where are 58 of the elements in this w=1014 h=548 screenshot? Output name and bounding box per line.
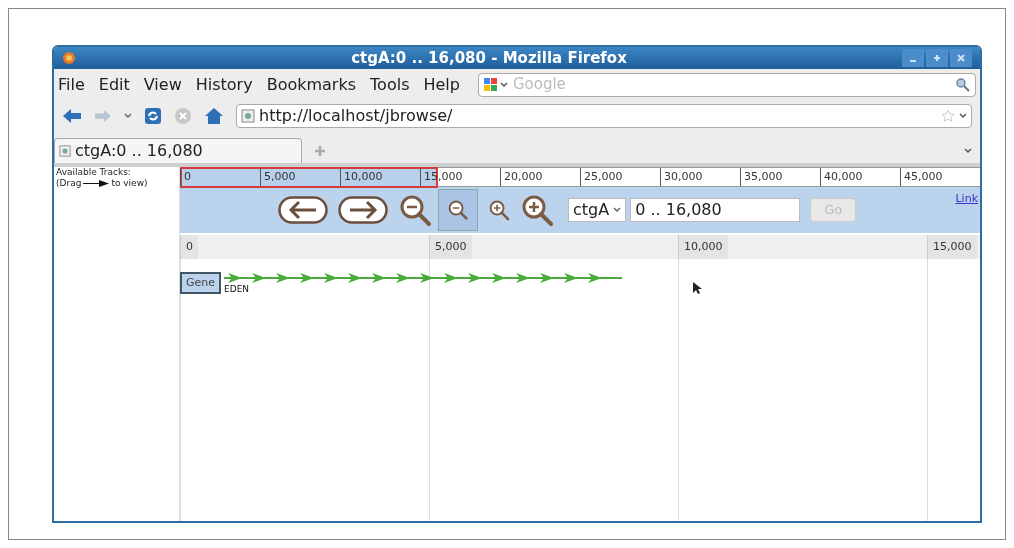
menu-item[interactable]: Tools bbox=[370, 72, 410, 97]
caret-icon[interactable] bbox=[964, 148, 972, 154]
search-engine-icon[interactable] bbox=[482, 76, 509, 93]
pan-left-button[interactable] bbox=[278, 196, 328, 224]
tick-label: 0 bbox=[184, 170, 191, 183]
caret-icon[interactable] bbox=[124, 113, 132, 119]
caret-icon[interactable] bbox=[959, 113, 967, 119]
tick-label: 35,000 bbox=[744, 170, 783, 183]
tick-label: 25,000 bbox=[584, 170, 623, 183]
tick-label: 45,000 bbox=[904, 170, 943, 183]
home-icon[interactable] bbox=[204, 107, 224, 125]
back-arrow-icon[interactable] bbox=[62, 108, 82, 124]
menu-item[interactable]: Help bbox=[423, 72, 460, 97]
menu-item[interactable]: Bookmarks bbox=[266, 72, 357, 97]
drag-hint: (Drag bbox=[56, 178, 82, 189]
search-input[interactable]: Google bbox=[508, 73, 955, 96]
url-text: http://localhost/jbrowse/ bbox=[259, 105, 454, 127]
tick-label: 20,000 bbox=[504, 170, 543, 183]
page-icon bbox=[59, 145, 71, 157]
close-icon[interactable] bbox=[950, 49, 972, 67]
arrow-icon bbox=[83, 180, 110, 187]
tracks-title: Available Tracks: bbox=[56, 167, 132, 178]
tick-label: 0 bbox=[180, 235, 198, 259]
zoom-out-icon bbox=[447, 199, 469, 221]
track-label[interactable]: Gene bbox=[180, 272, 222, 294]
menu-item[interactable]: File bbox=[58, 72, 85, 97]
reload-icon[interactable] bbox=[144, 107, 162, 125]
browser-tab[interactable]: ctgA:0 .. 16,080 bbox=[54, 138, 302, 163]
minimize-icon[interactable] bbox=[902, 49, 924, 67]
tick-label: 10,000 bbox=[678, 235, 728, 259]
tick-label: 5,000 bbox=[429, 235, 472, 259]
maximize-icon[interactable] bbox=[926, 49, 948, 67]
link[interactable]: Link bbox=[955, 191, 978, 208]
feature-label: EDEN bbox=[224, 284, 250, 295]
page-icon bbox=[241, 109, 255, 123]
reference-select[interactable]: ctgA bbox=[568, 198, 627, 222]
menu-item[interactable]: History bbox=[195, 72, 253, 97]
window-title: ctgA:0 .. 16,080 - Mozilla Firefox bbox=[350, 47, 628, 69]
search-icon[interactable] bbox=[955, 76, 971, 93]
caret-icon bbox=[613, 207, 622, 213]
search-field[interactable]: Google bbox=[477, 72, 976, 97]
menu-item[interactable]: View bbox=[143, 72, 182, 97]
zoom-out-button[interactable] bbox=[438, 189, 478, 231]
tick-label: 5,000 bbox=[264, 170, 296, 183]
tick-label: 10,000 bbox=[344, 170, 383, 183]
star-icon[interactable] bbox=[941, 109, 955, 123]
tick-label: 30,000 bbox=[664, 170, 703, 183]
zoom-in-icon[interactable] bbox=[488, 199, 510, 221]
menu-item[interactable]: Edit bbox=[98, 72, 130, 97]
address-bar[interactable]: http://localhost/jbrowse/ bbox=[236, 104, 972, 128]
zoom-in-icon[interactable] bbox=[520, 193, 554, 227]
tick-label: 15,000 bbox=[927, 235, 977, 259]
zoom-out-icon[interactable] bbox=[398, 193, 432, 227]
drag-hint: to view) bbox=[111, 178, 148, 189]
pan-right-button[interactable] bbox=[338, 196, 388, 224]
tick-label: 40,000 bbox=[824, 170, 863, 183]
mouse-cursor-icon bbox=[692, 281, 702, 295]
location-field[interactable]: 0 .. 16,080 bbox=[630, 198, 801, 222]
